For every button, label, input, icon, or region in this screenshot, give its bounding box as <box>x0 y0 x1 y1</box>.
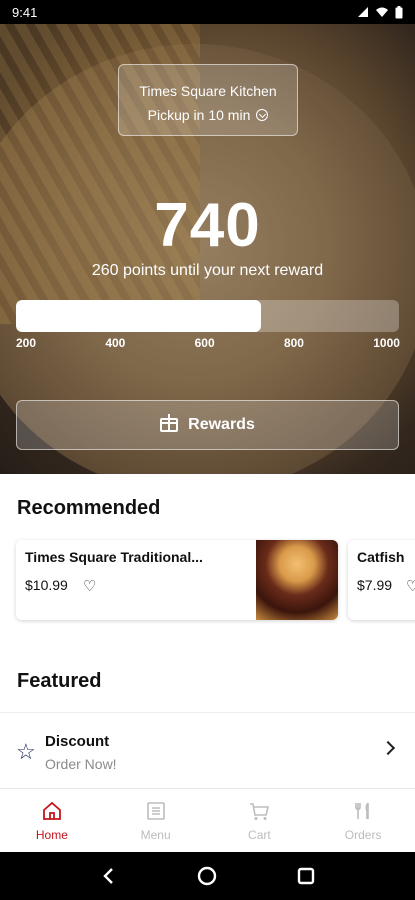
signal-icon <box>358 7 368 17</box>
gift-icon <box>160 414 179 432</box>
chevron-down-icon <box>256 109 269 121</box>
discount-title: Discount <box>45 733 110 750</box>
rewards-button[interactable]: Rewards <box>16 400 399 450</box>
store-selector[interactable]: Times Square Kitchen Pickup in 10 min <box>118 64 298 136</box>
points-subtitle: 260 points until your next reward <box>91 262 324 279</box>
store-name: Times Square Kitchen <box>139 83 277 99</box>
pickup-label: Pickup in 10 min <box>147 107 251 123</box>
nav-item-home[interactable]: Home <box>0 789 104 852</box>
item-price: $7.99 <box>357 577 393 593</box>
battery-icon <box>395 5 403 18</box>
recents-icon[interactable] <box>297 867 315 885</box>
discount-subtitle: Order Now! <box>45 756 117 772</box>
discount-row[interactable]: ☆ Discount Order Now! <box>0 712 415 786</box>
rewards-button-label: Rewards <box>188 416 255 433</box>
chevron-right-icon <box>380 740 396 756</box>
system-nav-bar <box>0 852 415 900</box>
status-bar: 9:41 <box>0 0 415 24</box>
tick-label: 400 <box>105 336 126 350</box>
featured-title: Featured <box>17 670 102 692</box>
nav-item-orders[interactable]: Orders <box>311 789 415 852</box>
recommended-title: Recommended <box>17 497 161 519</box>
heart-icon[interactable]: ♡ <box>406 577 415 595</box>
nav-label: Home <box>35 827 68 842</box>
orders-icon <box>352 800 374 822</box>
tick-label: 200 <box>16 336 37 350</box>
nav-label: Cart <box>248 827 271 842</box>
bottom-nav: Home Menu Cart Orders <box>0 788 415 852</box>
recommended-item-card[interactable]: Catfish $7.99 ♡ <box>348 540 415 620</box>
burger-image <box>256 540 338 620</box>
progress-fill <box>16 300 262 332</box>
progress-ticks: 200 400 600 800 1000 <box>16 336 400 350</box>
status-icons <box>357 5 403 19</box>
star-icon: ☆ <box>16 739 36 764</box>
pickup-time: Pickup in 10 min <box>119 103 297 127</box>
hero-banner: Times Square Kitchen Pickup in 10 min 74… <box>0 24 415 474</box>
cart-icon <box>248 800 270 822</box>
nav-item-menu[interactable]: Menu <box>104 789 208 852</box>
wifi-icon <box>376 7 388 17</box>
nav-item-cart[interactable]: Cart <box>208 789 312 852</box>
item-name: Times Square Traditional... <box>25 549 203 565</box>
points-balance: 740 <box>154 191 261 260</box>
recommended-item-card[interactable]: Times Square Traditional... $10.99 ♡ <box>16 540 338 620</box>
rewards-progress-bar <box>16 300 399 332</box>
nav-label: Orders <box>344 827 382 842</box>
item-name: Catfish <box>357 549 405 565</box>
tick-label: 600 <box>194 336 215 350</box>
nav-label: Menu <box>140 827 171 842</box>
heart-icon[interactable]: ♡ <box>83 577 96 595</box>
back-icon[interactable] <box>100 867 118 885</box>
menu-icon <box>145 800 167 822</box>
item-price: $10.99 <box>25 577 68 593</box>
status-time: 9:41 <box>12 4 38 20</box>
home-circle-icon[interactable] <box>197 866 217 886</box>
home-icon <box>41 800 63 822</box>
tick-label: 1000 <box>373 336 400 350</box>
tick-label: 800 <box>283 336 304 350</box>
